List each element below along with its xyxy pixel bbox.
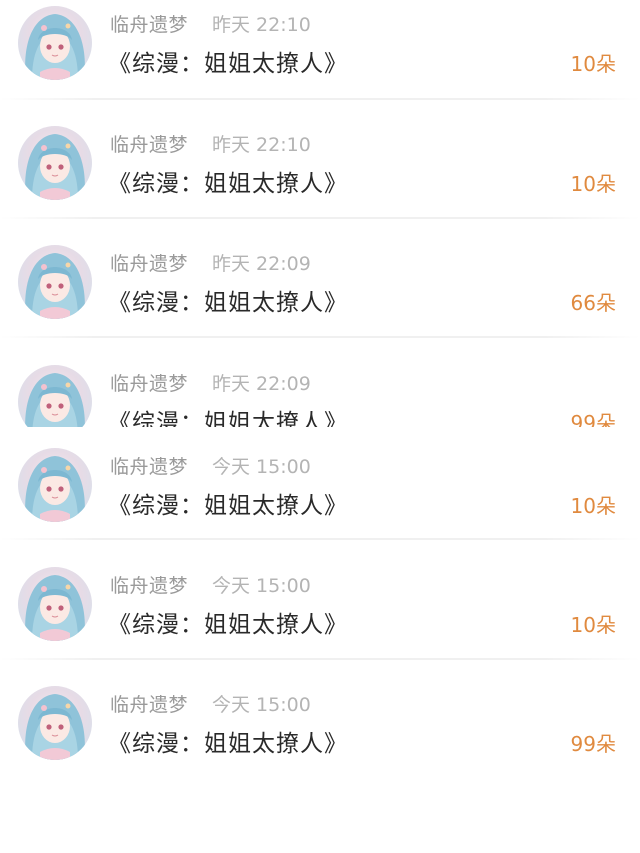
timestamp: 昨天 22:10 bbox=[212, 14, 311, 36]
book-title[interactable]: 《综漫：姐姐太撩人》 bbox=[108, 724, 348, 758]
username: 临舟遗梦 bbox=[110, 373, 189, 395]
avatar[interactable] bbox=[18, 365, 92, 427]
gift-amount: 99朵 bbox=[570, 411, 616, 427]
book-title[interactable]: 《综漫：姐姐太撩人》 bbox=[108, 403, 348, 427]
username: 临舟遗梦 bbox=[110, 456, 189, 478]
divider bbox=[0, 98, 640, 100]
anime-girl-avatar-icon bbox=[25, 575, 85, 641]
book-title[interactable]: 《综漫：姐姐太撩人》 bbox=[108, 283, 348, 317]
anime-girl-avatar-icon bbox=[25, 253, 85, 319]
gift-amount: 10朵 bbox=[570, 613, 616, 637]
gift-amount: 99朵 bbox=[570, 732, 616, 756]
gift-amount: 10朵 bbox=[570, 52, 616, 76]
avatar[interactable] bbox=[18, 6, 92, 80]
list-item[interactable]: 临舟遗梦 今天 15:00 《综漫：姐姐太撩人》 99朵 bbox=[0, 682, 640, 792]
list-item[interactable]: 临舟遗梦 昨天 22:10 《综漫：姐姐太撩人》 10朵 bbox=[0, 2, 640, 112]
divider bbox=[0, 538, 640, 540]
username: 临舟遗梦 bbox=[110, 14, 189, 36]
gift-amount: 66朵 bbox=[570, 291, 616, 315]
list-item[interactable]: 临舟遗梦 昨天 22:09 《综漫：姐姐太撩人》 99朵 bbox=[0, 361, 640, 427]
avatar[interactable] bbox=[18, 686, 92, 760]
anime-girl-avatar-icon bbox=[25, 694, 85, 760]
timestamp: 昨天 22:10 bbox=[212, 134, 311, 156]
avatar[interactable] bbox=[18, 245, 92, 319]
book-title[interactable]: 《综漫：姐姐太撩人》 bbox=[108, 486, 348, 520]
avatar[interactable] bbox=[18, 567, 92, 641]
username: 临舟遗梦 bbox=[110, 134, 189, 156]
divider bbox=[0, 658, 640, 660]
book-title[interactable]: 《综漫：姐姐太撩人》 bbox=[108, 605, 348, 639]
list-item[interactable]: 临舟遗梦 今天 15:00 《综漫：姐姐太撩人》 10朵 bbox=[0, 563, 640, 673]
anime-girl-avatar-icon bbox=[25, 373, 85, 427]
list-item[interactable]: 临舟遗梦 昨天 22:10 《综漫：姐姐太撩人》 10朵 bbox=[0, 122, 640, 232]
divider bbox=[0, 336, 640, 338]
book-title[interactable]: 《综漫：姐姐太撩人》 bbox=[108, 44, 348, 78]
timestamp: 今天 15:00 bbox=[212, 456, 311, 478]
anime-girl-avatar-icon bbox=[25, 134, 85, 200]
username: 临舟遗梦 bbox=[110, 253, 189, 275]
avatar[interactable] bbox=[18, 126, 92, 200]
anime-girl-avatar-icon bbox=[25, 14, 85, 80]
list-item[interactable]: 临舟遗梦 昨天 22:09 《综漫：姐姐太撩人》 66朵 bbox=[0, 241, 640, 351]
anime-girl-avatar-icon bbox=[25, 456, 85, 522]
gift-amount: 10朵 bbox=[570, 494, 616, 518]
username: 临舟遗梦 bbox=[110, 694, 189, 716]
divider bbox=[0, 217, 640, 219]
gift-amount: 10朵 bbox=[570, 172, 616, 196]
book-title[interactable]: 《综漫：姐姐太撩人》 bbox=[108, 164, 348, 198]
timestamp: 昨天 22:09 bbox=[212, 253, 311, 275]
username: 临舟遗梦 bbox=[110, 575, 189, 597]
timestamp: 今天 15:00 bbox=[212, 694, 311, 716]
timestamp: 昨天 22:09 bbox=[212, 373, 311, 395]
avatar[interactable] bbox=[18, 448, 92, 522]
timestamp: 今天 15:00 bbox=[212, 575, 311, 597]
gift-list: 临舟遗梦 昨天 22:10 《综漫：姐姐太撩人》 10朵 临舟遗梦 昨天 22:… bbox=[0, 0, 640, 853]
